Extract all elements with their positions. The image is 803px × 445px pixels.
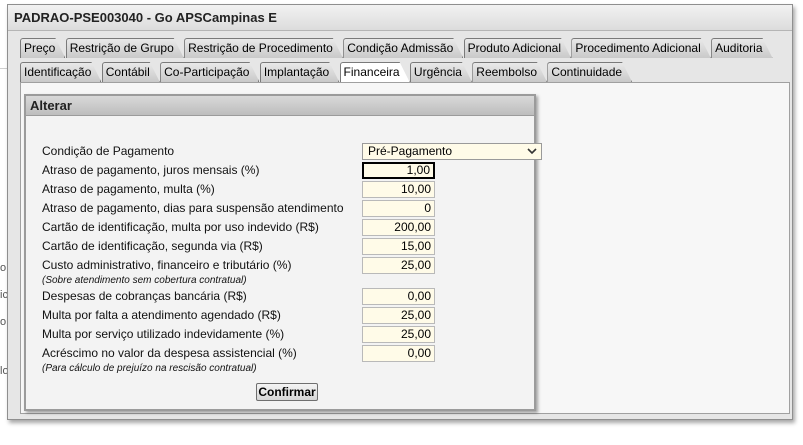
servico-indevido-label: Multa por serviço utilizado indevidament…: [42, 327, 285, 341]
custo-administrativo-note: (Sobre atendimento sem cobertura contrat…: [42, 275, 247, 286]
tab-row-bottom: Identificação Contábil Co-Participação I…: [20, 62, 629, 82]
tab-auditoria[interactable]: Auditoria: [711, 38, 772, 58]
config-window: PADRAO-PSE003040 - Go APSCampinas E Preç…: [7, 4, 793, 420]
juros-mensais-label: Atraso de pagamento, juros mensais (%): [42, 163, 260, 177]
tab-reembolso[interactable]: Reembolso: [472, 62, 547, 82]
edge-text-fragment: o: [0, 316, 7, 328]
condicao-pagamento-select[interactable]: Pré-Pagamento: [362, 143, 542, 160]
segunda-via-label: Cartão de identificação, segunda via (R$…: [42, 239, 263, 253]
edit-dialog: Alterar Condição de Pagamento Pré-Pagame…: [24, 94, 542, 411]
juros-mensais-input[interactable]: 1,00: [362, 162, 435, 179]
condicao-pagamento-value: Pré-Pagamento: [368, 144, 453, 158]
cartao-multa-input[interactable]: 200,00: [362, 219, 435, 236]
tab-contabil[interactable]: Contábil: [102, 62, 160, 82]
custo-administrativo-input[interactable]: 25,00: [362, 257, 435, 274]
atraso-multa-input[interactable]: 10,00: [362, 181, 435, 198]
atraso-multa-label: Atraso de pagamento, multa (%): [42, 182, 215, 196]
despesas-cobranca-input[interactable]: 0,00: [362, 288, 435, 305]
tab-condicao-admissao[interactable]: Condição Admissão: [343, 38, 463, 58]
tab-procedimento-adicional[interactable]: Procedimento Adicional: [571, 38, 710, 58]
dias-suspensao-input[interactable]: 0: [362, 200, 435, 217]
tab-produto-adicional[interactable]: Produto Adicional: [464, 38, 571, 58]
edge-text-fragment: o: [0, 262, 7, 274]
tab-co-participacao[interactable]: Co-Participação: [160, 62, 259, 82]
tab-restricao-grupo[interactable]: Restrição de Grupo: [66, 38, 184, 58]
segunda-via-input[interactable]: 15,00: [362, 238, 435, 255]
falta-atendimento-input[interactable]: 25,00: [362, 307, 435, 324]
dialog-title: Alterar: [26, 96, 534, 116]
condicao-pagamento-label: Condição de Pagamento: [42, 144, 175, 158]
custo-administrativo-label: Custo administrativo, financeiro e tribu…: [42, 258, 292, 272]
dias-suspensao-label: Atraso de pagamento, dias para suspensão…: [42, 201, 344, 215]
tab-implantacao[interactable]: Implantação: [260, 62, 339, 82]
acrescimo-despesa-label: Acréscimo no valor da despesa assistenci…: [42, 346, 297, 360]
falta-atendimento-label: Multa por falta a atendimento agendado (…: [42, 308, 281, 322]
window-title: PADRAO-PSE003040 - Go APSCampinas E: [8, 5, 792, 31]
tab-row-top: Preço Restrição de Grupo Restrição de Pr…: [20, 38, 770, 58]
confirm-button[interactable]: Confirmar: [256, 383, 318, 401]
acrescimo-despesa-note: (Para cálculo de prejuízo na rescisão co…: [42, 363, 257, 374]
tab-restricao-procedimento[interactable]: Restrição de Procedimento: [184, 38, 343, 58]
tab-continuidade[interactable]: Continuidade: [547, 62, 632, 82]
tab-preco[interactable]: Preço: [20, 38, 65, 58]
tab-content-panel: Alterar Condição de Pagamento Pré-Pagame…: [20, 82, 790, 414]
servico-indevido-input[interactable]: 25,00: [362, 326, 435, 343]
tab-urgencia[interactable]: Urgência: [410, 62, 472, 82]
tab-identificacao[interactable]: Identificação: [20, 62, 101, 82]
despesas-cobranca-label: Despesas de cobranças bancária (R$): [42, 289, 247, 303]
cartao-multa-label: Cartão de identificação, multa por uso i…: [42, 220, 319, 234]
acrescimo-despesa-input[interactable]: 0,00: [362, 345, 435, 362]
tab-financeira[interactable]: Financeira: [340, 62, 410, 82]
chevron-down-icon: [527, 148, 537, 155]
dialog-body: Condição de Pagamento Pré-Pagamento Atra…: [32, 118, 542, 405]
